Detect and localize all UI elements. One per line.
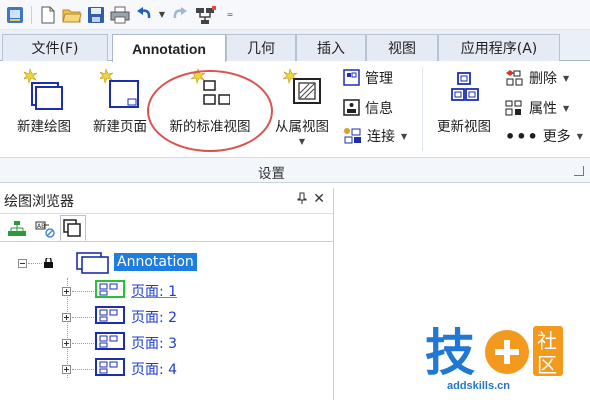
layers-icon: AB	[35, 221, 55, 238]
properties-icon	[505, 100, 522, 116]
lock-icon	[44, 256, 53, 268]
panel-tabs: AB	[0, 214, 333, 242]
more-icon: •••	[505, 126, 539, 146]
highlight-ellipse	[147, 70, 273, 152]
manage-icon	[343, 69, 360, 86]
app-menu-icon[interactable]	[4, 4, 26, 26]
new-drawing-icon	[22, 67, 64, 111]
tab-layers[interactable]: AB	[32, 217, 58, 241]
more-dropdown-icon[interactable]: ▼	[577, 132, 583, 141]
open-icon[interactable]	[61, 4, 83, 26]
connect-button[interactable]: 连接 ▼	[343, 125, 407, 147]
page-icon	[95, 280, 125, 302]
projection-view-button[interactable]: 从属视图 ▼	[266, 67, 338, 147]
more-button[interactable]: ••• 更多 ▼	[505, 125, 583, 147]
projection-view-dropdown-icon[interactable]: ▼	[299, 137, 305, 146]
pin-icon[interactable]	[297, 192, 307, 207]
page-label[interactable]: 页面: 4	[131, 359, 177, 379]
tree-item-page-3[interactable]: 页面: 3	[62, 332, 177, 354]
expand-icon[interactable]	[62, 286, 71, 296]
update-view-label: 更新视图	[437, 119, 491, 135]
watermark-char-qu: 区	[537, 353, 557, 377]
tab-annotation[interactable]: Annotation	[112, 34, 226, 62]
ribbon-panel: 新建绘图 新建页面 新的标准视图 从属视图 ▼ 管理 信息 连接 ▼ 更新视图 …	[0, 61, 590, 157]
watermark-url: addskills.cn	[447, 380, 510, 392]
info-button[interactable]: 信息	[343, 97, 393, 119]
drawing-browser-panel: 绘图浏览器 ✕ AB Annotation 页面: 1 页面: 2 页面: 3 …	[0, 188, 334, 400]
manage-button[interactable]: 管理	[343, 67, 393, 89]
collapse-icon[interactable]	[18, 258, 27, 268]
delete-icon	[506, 70, 523, 86]
undo-icon[interactable]	[133, 4, 155, 26]
svg-text:AB: AB	[37, 223, 45, 230]
panel-header: 绘图浏览器 ✕	[0, 188, 333, 214]
drawing-browser-icon	[63, 219, 81, 237]
expand-icon[interactable]	[62, 364, 71, 374]
close-icon[interactable]: ✕	[313, 191, 325, 207]
page-icon	[95, 358, 125, 380]
tree-root[interactable]: Annotation	[18, 252, 197, 274]
info-label: 信息	[365, 101, 393, 117]
tab-geometry[interactable]: 几何	[226, 34, 296, 61]
drawing-icon	[76, 252, 110, 278]
undo-dropdown-icon[interactable]: ▼	[157, 10, 167, 19]
page-label[interactable]: 页面: 2	[131, 307, 177, 327]
tab-model-tree[interactable]	[4, 217, 30, 241]
expand-icon[interactable]	[62, 338, 71, 348]
new-drawing-button[interactable]: 新建绘图	[8, 67, 80, 147]
model-tree-icon	[8, 221, 26, 236]
connect-dropdown-icon[interactable]: ▼	[401, 132, 407, 141]
overflow-dropdown-icon[interactable]: =	[225, 10, 235, 19]
connect-label: 连接	[367, 129, 395, 145]
new-page-icon	[98, 67, 140, 111]
projection-view-icon	[282, 67, 322, 111]
tree-item-page-4[interactable]: 页面: 4	[62, 358, 177, 380]
tree-root-label[interactable]: Annotation	[114, 253, 197, 271]
update-view-button[interactable]: 更新视图	[428, 67, 500, 147]
tab-view[interactable]: 视图	[366, 34, 438, 61]
ribbon-group-label-bar: 设置	[0, 157, 590, 183]
properties-label: 属性	[529, 101, 557, 117]
delete-label: 删除	[529, 71, 557, 87]
tree-item-page-1[interactable]: 页面: 1	[62, 280, 177, 302]
watermark-char-ji: 技	[425, 324, 475, 382]
new-page-button[interactable]: 新建页面	[84, 67, 156, 147]
delete-button[interactable]: 删除 ▼	[505, 67, 569, 89]
tree-item-page-2[interactable]: 页面: 2	[62, 306, 177, 328]
page-label[interactable]: 页面: 1	[131, 281, 177, 301]
watermark-char-she: 社	[537, 329, 557, 353]
page-icon	[95, 306, 125, 328]
tab-insert[interactable]: 插入	[296, 34, 366, 61]
properties-button[interactable]: 属性 ▼	[505, 97, 569, 119]
new-page-label: 新建页面	[93, 119, 147, 135]
delete-dropdown-icon[interactable]: ▼	[563, 74, 569, 83]
quick-access-toolbar: ▼ =	[0, 0, 590, 30]
connect-icon	[344, 128, 361, 144]
custom-tools-icon[interactable]	[193, 4, 223, 26]
group-separator	[422, 67, 423, 151]
new-drawing-label: 新建绘图	[17, 119, 71, 135]
page-label[interactable]: 页面: 3	[131, 333, 177, 353]
update-view-icon	[444, 67, 484, 111]
separator	[31, 5, 32, 24]
group-launcher-icon[interactable]	[574, 166, 584, 176]
redo-icon[interactable]	[169, 4, 191, 26]
more-label: 更多	[542, 129, 571, 145]
ribbon-tabs: 文件(F) Annotation 几何 插入 视图 应用程序(A)	[0, 30, 590, 62]
new-icon[interactable]	[37, 4, 59, 26]
expand-icon[interactable]	[62, 312, 71, 322]
watermark-logo: 技 社 区 addskills.cn	[425, 320, 585, 398]
group-label-settings: 设置	[258, 166, 285, 182]
properties-dropdown-icon[interactable]: ▼	[563, 104, 569, 113]
info-icon	[343, 99, 360, 116]
page-icon	[95, 332, 125, 354]
tab-drawing-browser[interactable]	[60, 215, 86, 241]
tab-file[interactable]: 文件(F)	[2, 34, 108, 61]
tab-applications[interactable]: 应用程序(A)	[438, 34, 560, 61]
save-icon[interactable]	[85, 4, 107, 26]
panel-title: 绘图浏览器	[4, 193, 74, 210]
print-icon[interactable]	[109, 4, 131, 26]
manage-label: 管理	[365, 71, 393, 87]
projection-view-label: 从属视图	[275, 119, 329, 135]
